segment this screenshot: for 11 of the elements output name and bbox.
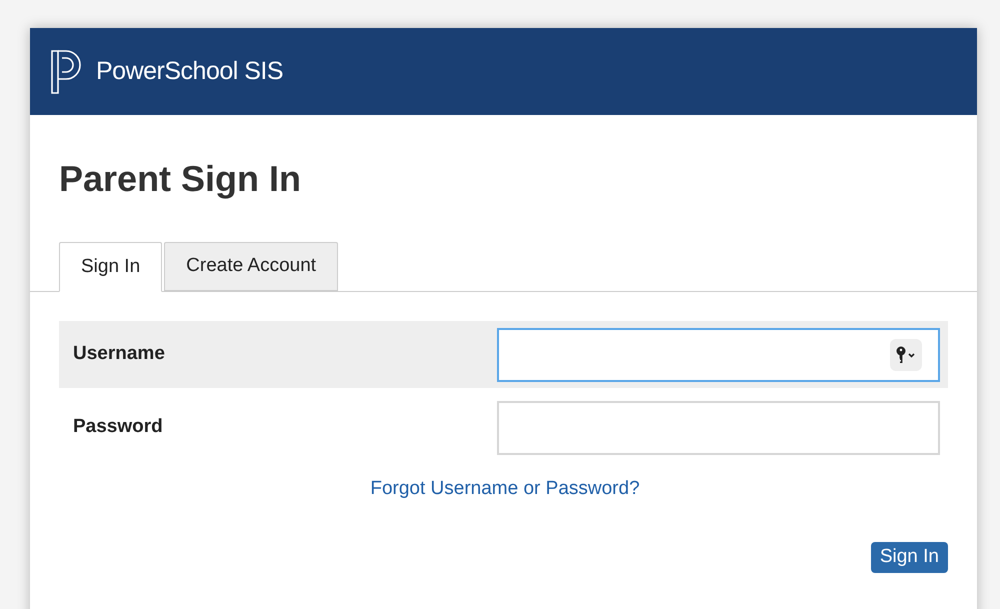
sign-in-button[interactable]: Sign In — [870, 542, 948, 572]
key-icon[interactable] — [890, 338, 922, 370]
forgot-link[interactable]: Forgot Username or Password? — [370, 475, 640, 504]
tab[interactable]: Create Account — [164, 242, 338, 291]
field-label: Username — [72, 342, 166, 366]
input-field[interactable] — [497, 328, 940, 382]
input-field[interactable] — [497, 400, 940, 454]
brand-name: PowerSchool SIS — [96, 56, 284, 87]
field-label: Password — [72, 415, 164, 440]
page-title: Parent Sign In — [59, 157, 302, 201]
tab[interactable]: Sign In — [59, 242, 162, 292]
